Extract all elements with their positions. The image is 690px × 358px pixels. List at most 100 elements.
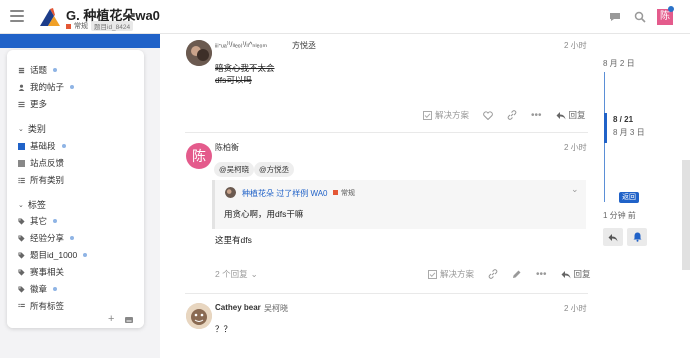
solution-button[interactable]: 解决方案 <box>423 109 469 121</box>
sidebar-item-my-posts[interactable]: 我的帖子 <box>18 81 75 93</box>
sidebar-item-category-feedback[interactable]: 站点反馈 <box>18 157 64 169</box>
sidebar-item-label: 所有类别 <box>30 175 65 185</box>
search-icon[interactable] <box>634 11 646 23</box>
post-time[interactable]: 2 小时 <box>564 40 587 51</box>
notification-badge[interactable] <box>668 6 674 12</box>
site-logo[interactable] <box>38 6 62 28</box>
tag-icon <box>18 251 25 259</box>
sidebar-item-label: 基础段 <box>30 141 56 151</box>
timeline-reply-button[interactable] <box>603 228 623 246</box>
page-scrollbar[interactable] <box>682 160 690 270</box>
checkbox-icon <box>428 269 437 279</box>
reply-button[interactable]: 回复 <box>556 109 586 121</box>
post-username-prefix[interactable]: ᵢᵢᵢ-ᵤₐ⁾⁾/ₗₗₑₒ₎⁾/ₗₗ^ₙₗₑ₀ₘ <box>215 40 267 49</box>
add-icon[interactable]: + <box>108 313 114 325</box>
unread-dot <box>53 219 58 223</box>
timeline-end-date[interactable]: 1 分钟 前 <box>603 210 636 221</box>
mention-chip[interactable]: @吴柯晓 <box>214 162 255 177</box>
like-icon[interactable] <box>483 110 493 120</box>
reply-icon <box>556 111 566 119</box>
back-button[interactable]: 返回 <box>619 192 639 203</box>
more-icon <box>18 101 25 107</box>
quote-category[interactable]: 常规 <box>341 188 355 198</box>
post-time[interactable]: 2 小时 <box>564 303 587 314</box>
sidebar-item-tag-contest[interactable]: 赛事相关 <box>18 266 64 278</box>
sidebar-item-topics[interactable]: 话题 <box>18 64 58 76</box>
timeline-handle[interactable] <box>604 113 607 143</box>
more-options-icon[interactable]: ••• <box>531 110 542 121</box>
sidebar-section-tags[interactable]: ⌄ 标签 <box>18 198 46 211</box>
post-text: 这里有dfs <box>215 235 252 245</box>
reply-button[interactable]: 回复 <box>561 268 591 280</box>
sidebar-item-label: 赛事相关 <box>30 267 65 277</box>
post-avatar[interactable] <box>186 40 212 66</box>
sidebar-item-label: 更多 <box>30 99 48 109</box>
post-divider <box>185 293 588 294</box>
avatar-image <box>186 303 212 329</box>
post-time[interactable]: 2 小时 <box>564 142 587 153</box>
sidebar-item-category-basic[interactable]: 基础段 <box>18 140 66 152</box>
post-divider <box>185 132 588 133</box>
hamburger-menu-icon[interactable] <box>10 10 24 22</box>
notification-level-button[interactable] <box>627 228 647 246</box>
replies-count: 2 个回复 <box>215 269 248 279</box>
sidebar-item-label: 话题 <box>30 65 48 75</box>
sidebar-footer: + <box>7 312 144 328</box>
link-icon[interactable] <box>488 269 498 279</box>
more-options-icon[interactable]: ••• <box>536 269 547 280</box>
sidebar-item-label: 站点反馈 <box>30 158 65 168</box>
section-heading: 标签 <box>27 200 46 210</box>
unread-dot <box>53 68 58 72</box>
topics-icon <box>18 67 25 73</box>
post-username[interactable]: 方悦丞 <box>292 40 316 51</box>
mention-chip[interactable]: @方悦丞 <box>254 162 295 177</box>
chevron-down-icon: ⌄ <box>18 201 24 209</box>
sidebar-item-label: 题目id_1000 <box>30 250 78 260</box>
sidebar-item-all-categories[interactable]: 所有类别 <box>18 174 64 186</box>
reply-label: 回复 <box>573 269 591 279</box>
topic-tag[interactable]: 题目id_8424 <box>91 21 134 31</box>
section-heading: 类别 <box>27 124 46 134</box>
category-label[interactable]: 常规 <box>74 21 88 31</box>
post-text: ？？ <box>215 324 233 334</box>
sidebar-item-tag-experience[interactable]: 经验分享 <box>18 232 75 244</box>
tag-icon <box>18 217 25 225</box>
post-username[interactable]: 陈柏衡 <box>215 142 239 153</box>
replies-toggle[interactable]: 2 个回复 ⌄ <box>215 268 258 280</box>
sidebar-item-label: 徽章 <box>30 284 48 294</box>
reply-label: 回复 <box>568 110 586 120</box>
sidebar-item-all-tags[interactable]: 所有标签 <box>18 300 64 312</box>
sidebar-item-tag-other[interactable]: 其它 <box>18 215 58 227</box>
sidebar-item-label: 其它 <box>30 216 48 226</box>
solution-button[interactable]: 解决方案 <box>428 268 474 280</box>
timeline-current-date: 8 月 3 日 <box>613 128 645 137</box>
unread-dot <box>70 85 75 89</box>
timeline-start-date[interactable]: 8 月 2 日 <box>603 58 635 69</box>
edit-icon[interactable] <box>512 269 522 279</box>
link-icon[interactable] <box>507 110 517 120</box>
sidebar-item-tag-badge[interactable]: 徽章 <box>18 283 58 295</box>
post-fullname[interactable]: 吴柯晓 <box>264 303 288 314</box>
sidebar-section-categories[interactable]: ⌄ 类别 <box>18 122 46 135</box>
sidebar-item-tag-problem[interactable]: 题目id_1000 <box>18 249 88 261</box>
post-avatar[interactable] <box>186 303 212 329</box>
chevron-down-icon[interactable]: ⌄ <box>571 184 579 195</box>
post-avatar[interactable]: 陈 <box>186 143 212 169</box>
checkbox-icon <box>423 110 432 120</box>
unread-dot <box>83 253 88 257</box>
list-icon <box>18 177 25 183</box>
post-text-line: 暗贪心我不太会 <box>215 63 275 73</box>
keyboard-icon[interactable] <box>125 317 133 323</box>
post-actions: 解决方案 ••• 回复 <box>423 109 586 121</box>
post-username[interactable]: Cathey bear <box>215 303 261 312</box>
avatar-image <box>225 187 236 198</box>
chat-icon[interactable] <box>609 11 621 23</box>
sidebar-item-more[interactable]: 更多 <box>18 98 47 110</box>
tag-icon <box>18 285 25 293</box>
avatar-image <box>186 40 212 66</box>
post-text-line: dfs可以吗 <box>215 75 252 85</box>
quote-author[interactable]: 种植花朵 过了样例 WA0 <box>242 188 327 199</box>
quote-avatar <box>225 187 236 198</box>
tag-icon <box>18 234 25 242</box>
category-color-icon <box>18 159 25 167</box>
